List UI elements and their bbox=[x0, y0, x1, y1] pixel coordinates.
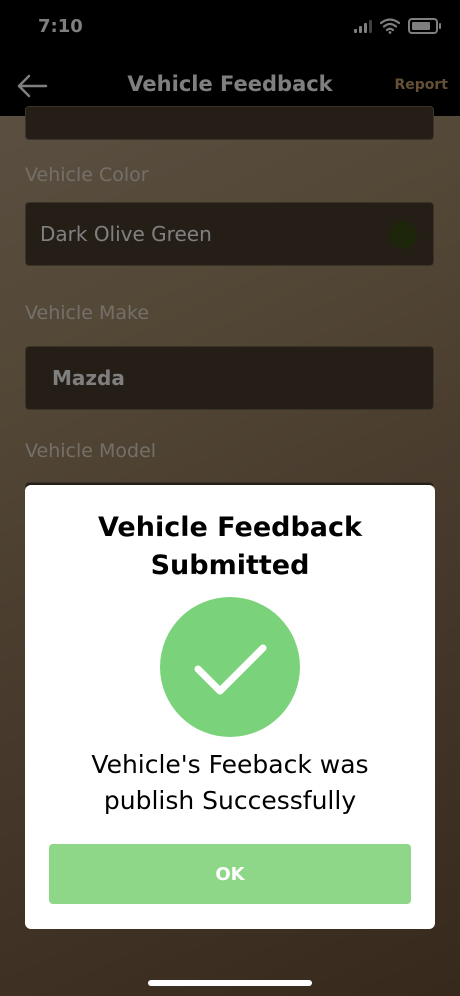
ok-button[interactable]: OK bbox=[49, 844, 411, 904]
checkmark-icon bbox=[194, 644, 267, 695]
dialog-title-line1: Vehicle Feedback bbox=[98, 512, 362, 543]
home-indicator[interactable] bbox=[148, 980, 312, 986]
screen: 7:10 Vehicle Feedback Report Vehicle Col… bbox=[0, 0, 460, 996]
dialog-message-line1: Vehicle's Feeback was bbox=[91, 750, 369, 779]
success-badge bbox=[160, 597, 300, 737]
dialog-title: Vehicle Feedback Submitted bbox=[25, 509, 435, 585]
dialog-message-line2: publish Successfully bbox=[103, 786, 357, 815]
success-dialog: Vehicle Feedback Submitted Vehicle's Fee… bbox=[25, 485, 435, 929]
dialog-title-line2: Submitted bbox=[150, 550, 310, 581]
dialog-message: Vehicle's Feeback was publish Successful… bbox=[25, 747, 435, 819]
